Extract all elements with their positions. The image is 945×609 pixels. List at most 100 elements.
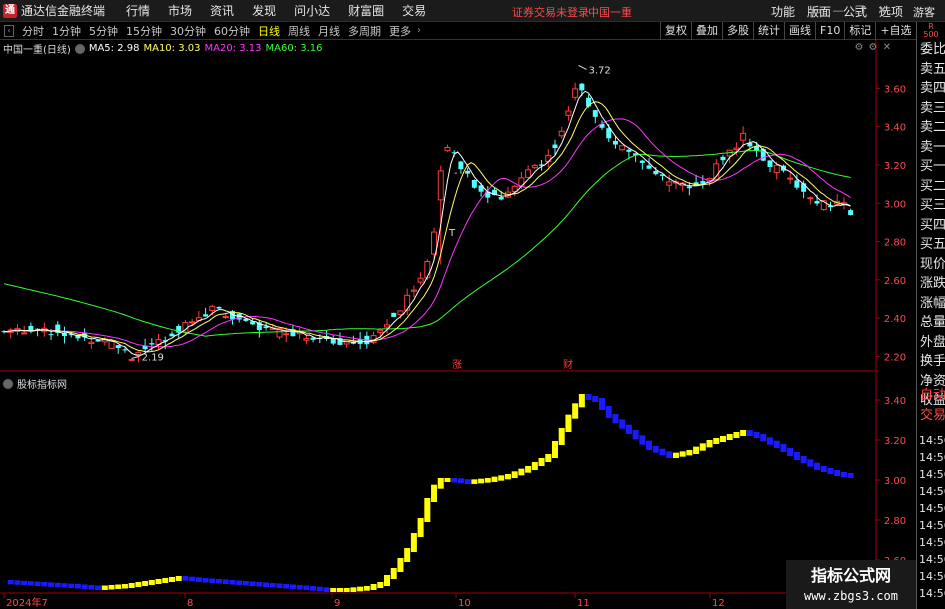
candle-body — [807, 197, 814, 200]
auto-trade-line2[interactable]: 交易 — [917, 406, 945, 426]
login-status[interactable]: 证券交易未登录 — [512, 4, 589, 20]
menu-item-market[interactable]: 市场 — [159, 2, 201, 19]
menu-item-news[interactable]: 资讯 — [201, 2, 243, 19]
draw-line-button[interactable]: 画线 — [784, 22, 815, 40]
indicator-step-down — [202, 578, 209, 583]
guest-label[interactable]: 游客 — [913, 4, 935, 20]
candle-body — [733, 147, 740, 151]
maximize-icon[interactable]: ❐ — [849, 3, 871, 19]
menu-item-trade[interactable]: 交易 — [393, 2, 435, 19]
candle-body — [639, 160, 645, 163]
menu-item-function[interactable]: 功能 — [765, 3, 801, 20]
indicator-step-up — [733, 432, 740, 438]
indicator-step-down — [814, 462, 821, 470]
auto-trade[interactable]: 自动 交易 — [917, 386, 945, 425]
restore-small-icon[interactable]: ▭ — [805, 3, 827, 19]
tick-time: 14:56 — [919, 519, 945, 532]
tick-time: 14:56 — [919, 536, 945, 549]
stock-name-top: 中国一重 — [588, 6, 632, 19]
indicator-step-up — [363, 586, 370, 591]
indicator-step-up — [336, 588, 343, 592]
overlay-button[interactable]: 叠加 — [691, 22, 722, 40]
candle-body — [203, 314, 209, 317]
period-monthly[interactable]: 月线 — [314, 23, 344, 39]
period-60min[interactable]: 60分钟 — [210, 23, 254, 39]
indicator-step-up — [431, 484, 438, 502]
indicator-step-down — [276, 583, 283, 588]
indicator-step-up — [518, 468, 525, 476]
candle-body — [592, 110, 598, 117]
period-more[interactable]: 更多 — [385, 23, 415, 39]
indicator-step-down — [746, 430, 753, 436]
menu-item-wealth[interactable]: 财富圈 — [339, 2, 393, 19]
indicator-step-down — [41, 582, 48, 587]
candle-body — [720, 156, 726, 161]
x-tick-label: 2024年7 — [6, 596, 48, 609]
adjust-button[interactable]: 复权 — [660, 22, 691, 40]
tick-times: 14:56 14:56 14:56 14:56 14:56 14:56 14:56 14:56… — [917, 432, 945, 602]
indicator-step-down — [61, 583, 68, 588]
indicator-step-up — [484, 478, 491, 483]
menu-item-discover[interactable]: 发现 — [243, 2, 285, 19]
indicator-step-up — [350, 587, 357, 592]
period-1min[interactable]: 1分钟 — [48, 23, 85, 39]
watermark-url: www.zbgs3.com — [804, 589, 898, 603]
side-item: 涨跌 — [920, 276, 945, 291]
indicator-step-up — [343, 588, 350, 592]
side-item: 卖二 — [920, 120, 945, 135]
quote-side-panel: R 500 委比 卖五 卖四 卖三 卖二 卖一 买一 买二 买三 买四 买五 现价 涨跌 涨幅 总量 外盘 换手净… — [916, 22, 945, 609]
indicator-step-up — [417, 518, 424, 537]
more-chevron-icon[interactable]: › — [417, 25, 421, 36]
candle-body — [88, 341, 95, 345]
indicator-step-up — [148, 580, 155, 585]
indicator-step-down — [632, 430, 639, 440]
menu-item-ask[interactable]: 问小达 — [285, 2, 339, 19]
app-logo-icon: 通 — [3, 3, 17, 18]
period-daily[interactable]: 日线 — [254, 23, 284, 39]
y-tick-label: 3.40 — [884, 396, 906, 407]
indicator-step-up — [101, 585, 108, 590]
multi-stock-button[interactable]: 多股 — [722, 22, 753, 40]
candle-body — [377, 329, 384, 333]
panel-close-icon[interactable]: ✕ — [880, 42, 894, 54]
indicator-step-down — [88, 585, 95, 590]
candle-body — [848, 210, 854, 216]
ma60-legend: MA60: 3.16 — [265, 43, 323, 54]
indicator-step-up — [525, 466, 532, 473]
period-30min[interactable]: 30分钟 — [166, 23, 210, 39]
y-tick-label: 3.60 — [884, 84, 906, 95]
f10-button[interactable]: F10 — [815, 22, 844, 40]
indicator-toggle-icon[interactable] — [3, 378, 13, 389]
add-watchlist-button[interactable]: +自选 — [875, 22, 915, 40]
menu-item-quotes[interactable]: 行情 — [117, 2, 159, 19]
candle-body — [128, 358, 135, 361]
indicator-chart[interactable]: 3.403.203.002.802.602024年789101112 — [0, 372, 916, 609]
indicator-step-up — [330, 588, 337, 592]
indicator-step-down — [54, 582, 61, 588]
minimize-icon[interactable]: — — [827, 3, 849, 19]
indicator-step-up — [121, 584, 128, 589]
auto-trade-line1[interactable]: 自动 — [917, 386, 945, 406]
candle-body — [384, 324, 391, 328]
indicator-step-down — [652, 446, 659, 453]
price-chart[interactable]: 3.60 3.40 3.20 3.00 2.80 2.60 2.40 2.20 3.72 2.19… — [0, 40, 916, 372]
indicator-step-down — [793, 452, 800, 460]
indicator-step-up — [444, 478, 451, 482]
indicator-step-down — [646, 440, 653, 450]
indicator-step-down — [81, 584, 88, 589]
side-item: 卖三 — [920, 100, 945, 116]
period-weekly[interactable]: 周线 — [284, 23, 314, 39]
period-intraday[interactable]: 分时 — [18, 23, 48, 39]
indicator-step-down — [269, 583, 276, 588]
stats-button[interactable]: 统计 — [753, 22, 784, 40]
settings-icon[interactable]: ⚙ — [852, 42, 866, 54]
close-icon[interactable]: ✕ — [871, 3, 893, 19]
candle-body — [572, 88, 579, 98]
period-multi[interactable]: 多周期 — [344, 23, 385, 39]
collapse-icon[interactable]: ‹ — [4, 24, 14, 37]
period-15min[interactable]: 15分钟 — [122, 23, 166, 39]
period-5min[interactable]: 5分钟 — [85, 23, 122, 39]
config-icon[interactable]: ⚙ — [866, 42, 880, 54]
mark-button[interactable]: 标记 — [844, 22, 875, 40]
legend-toggle-icon[interactable] — [74, 43, 85, 54]
